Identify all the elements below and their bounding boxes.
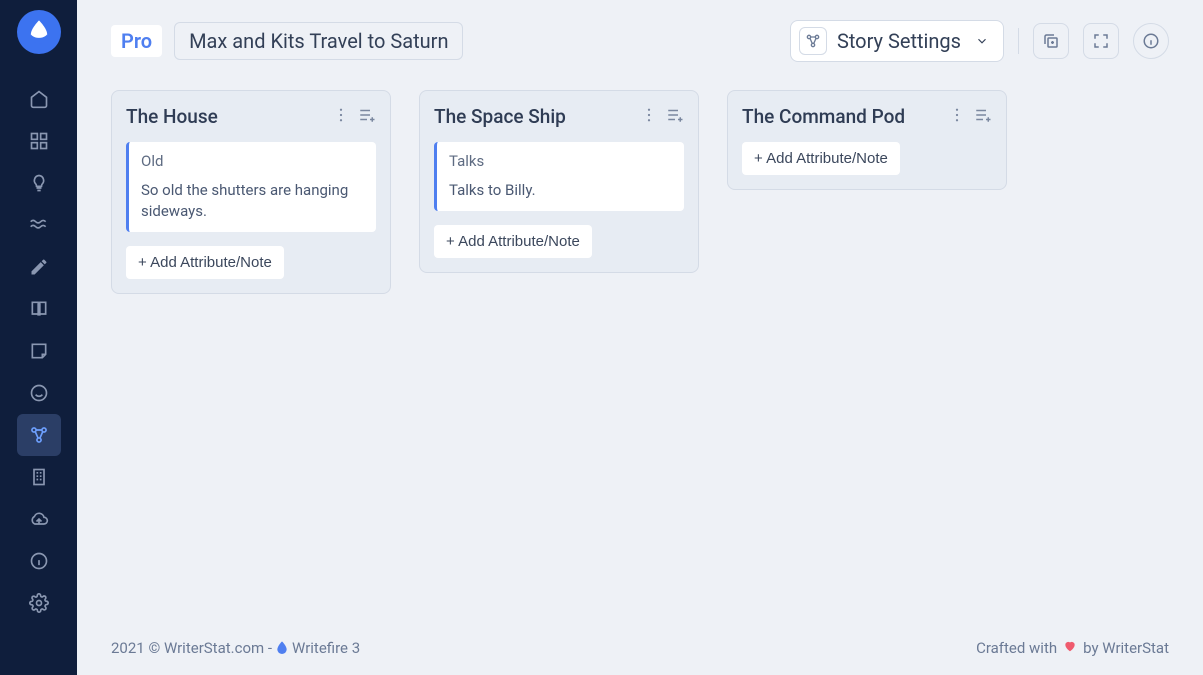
nav-cloud[interactable]: [17, 498, 61, 540]
nav-edit[interactable]: [17, 246, 61, 288]
card-header: The Command Pod: [742, 105, 992, 128]
story-title[interactable]: Max and Kits Travel to Saturn: [174, 22, 463, 60]
footer-crafted-prefix: Crafted with: [976, 639, 1057, 657]
card-title: The House: [126, 105, 332, 128]
footer-right: Crafted with by WriterStat: [976, 639, 1169, 657]
add-attribute-button[interactable]: + Add Attribute/Note: [742, 142, 900, 175]
nav-home[interactable]: [17, 78, 61, 120]
note-card[interactable]: Talks Talks to Billy.: [434, 142, 684, 211]
app-logo: [17, 10, 61, 54]
sidebar: [0, 0, 77, 675]
more-icon[interactable]: [948, 106, 966, 128]
nav-settings[interactable]: [17, 582, 61, 624]
card-actions: [332, 106, 376, 128]
card-the-space-ship: The Space Ship Talks Talks to Billy. + A…: [419, 90, 699, 273]
flame-icon: [274, 640, 290, 656]
playlist-add-icon[interactable]: [358, 106, 376, 128]
story-settings-button[interactable]: Story Settings: [790, 20, 1004, 62]
footer-product: Writefire 3: [292, 639, 360, 657]
connections-icon: [799, 27, 827, 55]
card-header: The House: [126, 105, 376, 128]
card-header: The Space Ship: [434, 105, 684, 128]
heart-icon: [1063, 639, 1077, 657]
nav-grid[interactable]: [17, 120, 61, 162]
footer-crafted-suffix: by WriterStat: [1083, 639, 1169, 657]
card-the-command-pod: The Command Pod + Add Attribute/Note: [727, 90, 1007, 190]
divider: [1018, 28, 1019, 54]
nav-idea[interactable]: [17, 162, 61, 204]
duplicate-button[interactable]: [1033, 23, 1069, 59]
footer-copyright: 2021 © WriterStat.com -: [111, 639, 272, 657]
nav-face[interactable]: [17, 372, 61, 414]
main: Pro Max and Kits Travel to Saturn Story …: [77, 0, 1203, 675]
nav-book[interactable]: [17, 288, 61, 330]
nav-info[interactable]: [17, 540, 61, 582]
more-icon[interactable]: [640, 106, 658, 128]
add-attribute-button[interactable]: + Add Attribute/Note: [434, 225, 592, 258]
card-title: The Space Ship: [434, 105, 640, 128]
nav-building[interactable]: [17, 456, 61, 498]
note-body: So old the shutters are hanging sideways…: [141, 180, 364, 222]
note-title: Talks: [449, 152, 672, 170]
card-title: The Command Pod: [742, 105, 948, 128]
card-actions: [640, 106, 684, 128]
playlist-add-icon[interactable]: [974, 106, 992, 128]
nav-waves[interactable]: [17, 204, 61, 246]
playlist-add-icon[interactable]: [666, 106, 684, 128]
fullscreen-button[interactable]: [1083, 23, 1119, 59]
note-body: Talks to Billy.: [449, 180, 672, 201]
note-card[interactable]: Old So old the shutters are hanging side…: [126, 142, 376, 232]
pro-badge: Pro: [111, 25, 162, 57]
story-settings-label: Story Settings: [837, 29, 961, 53]
nav-connections[interactable]: [17, 414, 61, 456]
header-actions: Story Settings: [790, 20, 1169, 62]
nav-note[interactable]: [17, 330, 61, 372]
note-title: Old: [141, 152, 364, 170]
cards-row: The House Old So old the shutters are ha…: [77, 62, 1203, 322]
card-the-house: The House Old So old the shutters are ha…: [111, 90, 391, 294]
footer: 2021 © WriterStat.com - Writefire 3 Craf…: [77, 639, 1203, 675]
card-actions: [948, 106, 992, 128]
add-attribute-button[interactable]: + Add Attribute/Note: [126, 246, 284, 279]
info-button[interactable]: [1133, 23, 1169, 59]
chevron-down-icon: [975, 29, 989, 53]
header: Pro Max and Kits Travel to Saturn Story …: [77, 0, 1203, 62]
more-icon[interactable]: [332, 106, 350, 128]
